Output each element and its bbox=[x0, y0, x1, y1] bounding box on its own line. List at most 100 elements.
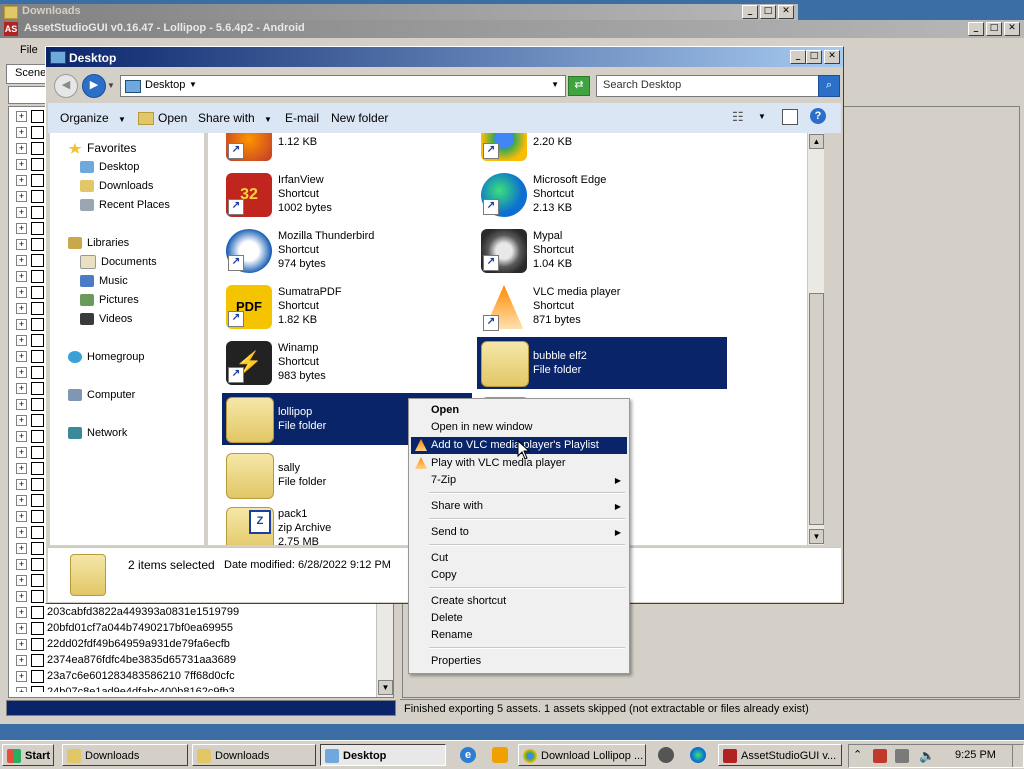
expand-icon[interactable]: + bbox=[16, 126, 27, 138]
checkbox[interactable] bbox=[31, 557, 44, 571]
action-center-icon[interactable] bbox=[873, 749, 887, 763]
help-icon[interactable]: ? bbox=[810, 108, 826, 124]
tree-row[interactable]: + bbox=[16, 300, 47, 316]
tree-row[interactable]: + bbox=[16, 396, 47, 412]
tree-row[interactable]: +24b07c8e1ad9e4dfabc400b8162c9fb3 bbox=[16, 684, 235, 692]
tree-row[interactable]: + bbox=[16, 284, 47, 300]
checkbox[interactable] bbox=[31, 573, 44, 587]
checkbox[interactable] bbox=[31, 685, 44, 692]
maximize-button[interactable]: □ bbox=[806, 50, 822, 64]
expand-icon[interactable]: + bbox=[16, 222, 27, 234]
expand-icon[interactable]: + bbox=[16, 174, 27, 186]
checkbox[interactable] bbox=[31, 349, 44, 363]
file-item-vlc[interactable]: ↗ VLC media player Shortcut 871 bytes bbox=[477, 281, 727, 333]
nav-homegroup[interactable]: Homegroup bbox=[68, 348, 144, 366]
file-item[interactable]: ↗ 2.20 KB bbox=[477, 133, 727, 165]
address-bar[interactable]: Desktop ▼ ▼ bbox=[120, 75, 566, 97]
checkbox[interactable] bbox=[31, 669, 44, 683]
checkbox[interactable] bbox=[31, 605, 44, 619]
checkbox[interactable] bbox=[31, 317, 44, 331]
address-dropdown-icon[interactable]: ▼ bbox=[551, 80, 559, 89]
nav-libraries[interactable]: Libraries bbox=[68, 234, 129, 252]
expand-icon[interactable]: + bbox=[16, 686, 27, 692]
recent-pages-dropdown[interactable]: ▼ bbox=[107, 81, 115, 90]
expand-icon[interactable]: + bbox=[16, 446, 27, 458]
minimize-button[interactable]: _ bbox=[790, 50, 806, 64]
expand-icon[interactable]: + bbox=[16, 558, 27, 570]
scroll-down-arrow[interactable]: ▼ bbox=[378, 680, 393, 695]
tree-row[interactable]: + bbox=[16, 476, 47, 492]
menu-item-7zip[interactable]: 7-Zip ▶ bbox=[411, 472, 627, 489]
search-input[interactable]: Search Desktop bbox=[596, 75, 820, 97]
checkbox[interactable] bbox=[31, 157, 44, 171]
expand-icon[interactable]: + bbox=[16, 526, 27, 538]
expand-icon[interactable]: + bbox=[16, 190, 27, 202]
tree-row[interactable]: + bbox=[16, 540, 47, 556]
tree-row[interactable]: + bbox=[16, 492, 47, 508]
menu-item-create-shortcut[interactable]: Create shortcut bbox=[411, 593, 627, 610]
assetstudio-titlebar[interactable]: AS AssetStudioGUI v0.16.47 - Lollipop - … bbox=[0, 20, 1024, 38]
tree-row[interactable]: +23a7c6e601283483586210 7ff68d0cfc bbox=[16, 668, 235, 684]
start-button[interactable]: Start bbox=[2, 744, 54, 766]
taskbar-item-assetstudio[interactable]: AssetStudioGUI v... bbox=[718, 744, 842, 766]
file-item-irfanview[interactable]: 32 ↗ IrfanView Shortcut 1002 bytes bbox=[222, 169, 472, 221]
checkbox[interactable] bbox=[31, 189, 44, 203]
expand-icon[interactable]: + bbox=[16, 574, 27, 586]
back-button[interactable]: ◀ bbox=[54, 74, 78, 98]
open-button[interactable]: Open bbox=[138, 111, 187, 126]
nav-documents[interactable]: Documents bbox=[80, 253, 157, 271]
checkbox[interactable] bbox=[31, 269, 44, 283]
filter-input[interactable] bbox=[8, 86, 50, 104]
checkbox[interactable] bbox=[31, 109, 44, 123]
file-item-winamp[interactable]: ⚡ ↗ Winamp Shortcut 983 bytes bbox=[222, 337, 472, 389]
checkbox[interactable] bbox=[31, 413, 44, 427]
checkbox[interactable] bbox=[31, 365, 44, 379]
tree-row[interactable]: + bbox=[16, 268, 47, 284]
forward-button[interactable]: ▶ bbox=[82, 74, 106, 98]
tree-row[interactable]: + bbox=[16, 140, 47, 156]
checkbox[interactable] bbox=[31, 653, 44, 667]
nav-favorites[interactable]: Favorites bbox=[68, 139, 136, 157]
maximize-button[interactable]: □ bbox=[760, 5, 776, 19]
expand-icon[interactable]: + bbox=[16, 414, 27, 426]
file-item-sumatrapdf[interactable]: PDF ↗ SumatraPDF Shortcut 1.82 KB bbox=[222, 281, 472, 333]
checkbox[interactable] bbox=[31, 637, 44, 651]
tree-row[interactable]: + bbox=[16, 316, 47, 332]
tree-row[interactable]: +2374ea876fdfc4be3835d65731aa3689 bbox=[16, 652, 236, 668]
expand-icon[interactable]: + bbox=[16, 494, 27, 506]
taskbar-item-download-lollipop[interactable]: Download Lollipop ... bbox=[518, 744, 646, 766]
expand-icon[interactable]: + bbox=[16, 238, 27, 250]
expand-icon[interactable]: + bbox=[16, 622, 27, 634]
clock[interactable]: 9:25 PM bbox=[955, 749, 996, 761]
expand-icon[interactable]: + bbox=[16, 382, 27, 394]
tree-row[interactable]: + bbox=[16, 508, 47, 524]
nav-videos[interactable]: Videos bbox=[80, 310, 132, 328]
mypal-icon[interactable] bbox=[658, 747, 674, 763]
tree-row[interactable]: + bbox=[16, 348, 47, 364]
expand-icon[interactable]: + bbox=[16, 254, 27, 266]
checkbox[interactable] bbox=[31, 621, 44, 635]
file-item-thunderbird[interactable]: ↗ Mozilla Thunderbird Shortcut 974 bytes bbox=[222, 225, 472, 277]
email-button[interactable]: E-mail bbox=[285, 111, 319, 125]
expand-icon[interactable]: + bbox=[16, 638, 27, 650]
tree-row[interactable]: + bbox=[16, 252, 47, 268]
tree-row[interactable]: + bbox=[16, 524, 47, 540]
tab-scene[interactable]: Scene bbox=[6, 64, 48, 84]
breadcrumb-arrow-icon[interactable]: ▼ bbox=[189, 80, 197, 89]
tree-row[interactable]: + bbox=[16, 380, 47, 396]
nav-recent-places[interactable]: Recent Places bbox=[80, 196, 170, 214]
minimize-button[interactable]: _ bbox=[742, 5, 758, 19]
expand-icon[interactable]: + bbox=[16, 542, 27, 554]
tree-row[interactable]: + bbox=[16, 108, 47, 124]
tree-row[interactable]: + bbox=[16, 124, 47, 140]
ie-icon[interactable]: e bbox=[460, 747, 476, 763]
checkbox[interactable] bbox=[31, 285, 44, 299]
tree-row[interactable]: + bbox=[16, 188, 47, 204]
menu-item-open[interactable]: Open bbox=[411, 402, 627, 419]
expand-icon[interactable]: + bbox=[16, 606, 27, 618]
checkbox[interactable] bbox=[31, 461, 44, 475]
expand-icon[interactable]: + bbox=[16, 206, 27, 218]
scroll-down-arrow[interactable]: ▼ bbox=[809, 529, 824, 544]
checkbox[interactable] bbox=[31, 493, 44, 507]
menu-item-cut[interactable]: Cut bbox=[411, 550, 627, 567]
